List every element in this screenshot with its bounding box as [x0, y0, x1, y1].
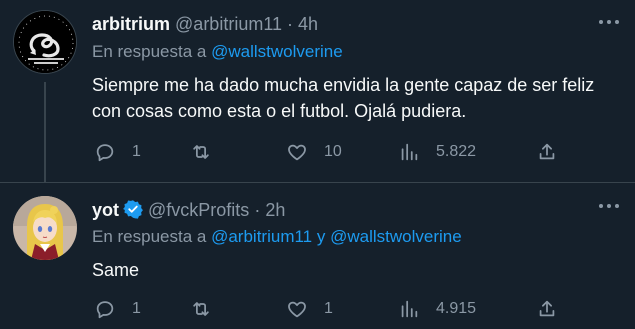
user-handle[interactable]: @arbitrium11	[175, 14, 282, 34]
share-icon	[539, 143, 555, 160]
views-chart-icon	[401, 143, 418, 161]
verified-badge-icon[interactable]	[123, 199, 143, 224]
separator-dot: ·	[287, 14, 294, 34]
tweet[interactable]: arbitrium @arbitrium11 · 4h En respuesta…	[0, 0, 635, 182]
share-icon	[539, 300, 555, 317]
view-count: 5.822	[436, 143, 477, 160]
gadsden-flag-icon	[14, 11, 76, 73]
retweet-button[interactable]	[190, 295, 228, 323]
reply-icon	[96, 301, 114, 319]
share-button[interactable]	[536, 138, 558, 166]
avatar[interactable]	[13, 10, 77, 74]
action-bar: 1 10 5.822	[92, 138, 572, 166]
action-bar: 1 1 4.915	[92, 295, 572, 323]
tweet-header: arbitrium @arbitrium11 · 4h	[92, 13, 318, 35]
mention-link[interactable]: @wallstwolverine	[330, 227, 462, 246]
views-button[interactable]: 5.822	[398, 138, 476, 166]
anime-girl-icon	[13, 196, 77, 260]
reply-prefix: En respuesta a	[92, 42, 207, 61]
like-count: 1	[324, 300, 333, 317]
mention-link[interactable]: @arbitrium11	[211, 227, 312, 246]
more-options-icon[interactable]	[597, 200, 621, 212]
reply-button[interactable]: 1	[94, 295, 141, 323]
retweet-button[interactable]	[190, 138, 228, 166]
views-chart-icon	[401, 300, 418, 318]
reply-prefix: En respuesta a	[92, 227, 207, 246]
reply-context: En respuesta a @arbitrium11 y @wallstwol…	[92, 227, 462, 247]
reply-count: 1	[132, 143, 141, 160]
user-handle[interactable]: @fvckProfits	[148, 200, 249, 220]
like-button[interactable]: 10	[286, 138, 342, 166]
thread-connector-line	[44, 82, 46, 182]
tweet[interactable]: yot @fvckProfits · 2h En respuesta a @arb…	[0, 182, 635, 329]
view-count: 4.915	[436, 300, 477, 317]
avatar[interactable]	[13, 196, 77, 260]
like-count: 10	[324, 143, 342, 160]
timestamp[interactable]: 4h	[298, 14, 318, 34]
timestamp[interactable]: 2h	[265, 200, 285, 220]
separator-dot: ·	[254, 200, 261, 220]
views-button[interactable]: 4.915	[398, 295, 476, 323]
heart-icon	[288, 144, 306, 161]
tweet-text: Siempre me ha dado mucha envidia la gent…	[92, 75, 595, 121]
retweet-icon	[193, 302, 209, 316]
reply-icon	[96, 144, 114, 162]
reply-count: 1	[132, 300, 141, 317]
more-options-icon[interactable]	[597, 16, 621, 28]
tweet-header: yot @fvckProfits · 2h	[92, 199, 285, 224]
reply-context: En respuesta a @wallstwolverine	[92, 42, 343, 62]
tweet-text: Same	[92, 260, 140, 280]
like-button[interactable]: 1	[286, 295, 333, 323]
reply-conjunction: y	[316, 227, 326, 246]
display-name[interactable]: yot	[92, 200, 119, 220]
mention-link[interactable]: @wallstwolverine	[211, 42, 343, 61]
display-name[interactable]: arbitrium	[92, 14, 170, 34]
reply-button[interactable]: 1	[94, 138, 141, 166]
share-button[interactable]	[536, 295, 558, 323]
retweet-icon	[193, 145, 209, 159]
heart-icon	[288, 301, 306, 318]
